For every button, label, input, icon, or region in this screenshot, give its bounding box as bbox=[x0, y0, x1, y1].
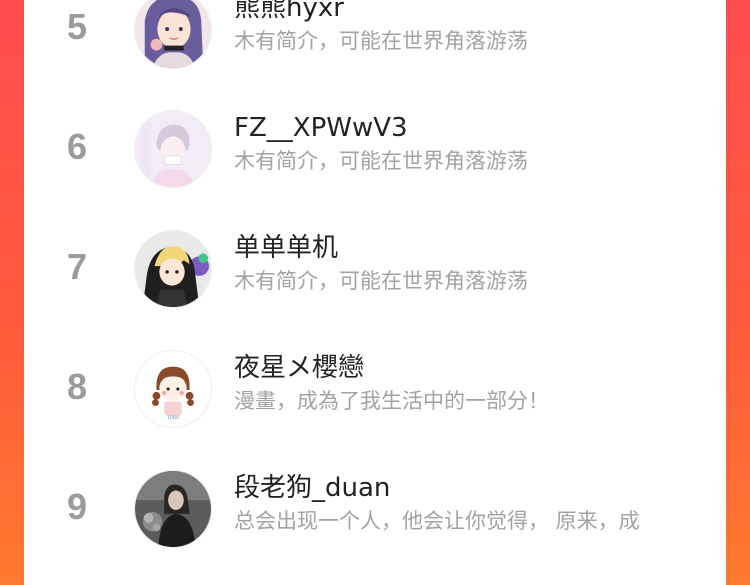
avatar[interactable] bbox=[134, 230, 212, 308]
avatar[interactable] bbox=[134, 110, 212, 188]
user-bio: 木有简介，可能在世界角落游荡 bbox=[234, 149, 528, 173]
rank-number: 8 bbox=[66, 366, 88, 407]
user-name[interactable]: 段老狗_duan bbox=[234, 472, 390, 504]
user-bio: 漫畫，成為了我生活中的一部分！ bbox=[234, 389, 549, 413]
user-name[interactable]: 夜星メ櫻戀 bbox=[234, 352, 364, 384]
user-name[interactable]: 单单单机 bbox=[234, 232, 338, 264]
user-name[interactable]: FZ__XPWwV3 bbox=[234, 112, 408, 144]
user-name[interactable]: 熊熊hyxr bbox=[234, 0, 344, 24]
list-item[interactable]: 9 段老狗_duan 总会出现一个人，他会让你觉得， 原来，成 bbox=[24, 450, 726, 570]
rank-number: 5 bbox=[66, 6, 88, 47]
cartoon-girl-braids-avatar-icon: 1060 bbox=[135, 351, 211, 427]
list-item[interactable]: 8 1060 夜星メ櫻戀 漫畫，成為了我生活中的一部分！ bbox=[24, 330, 726, 450]
list-item[interactable]: 5 熊熊hyxr 木有简介，可能在世界角落游荡 bbox=[24, 0, 726, 90]
pastel-boy-avatar-icon bbox=[135, 111, 211, 187]
ranking-list: 5 熊熊hyxr 木有简介，可能在世界角落游荡 6 FZ__XPWwV3 木有简… bbox=[24, 0, 726, 585]
avatar[interactable] bbox=[134, 470, 212, 548]
rank-number: 6 bbox=[66, 126, 88, 167]
rank-number: 9 bbox=[66, 486, 88, 527]
avatar[interactable] bbox=[134, 0, 212, 69]
anime-boy-hoodie-avatar-icon bbox=[135, 231, 211, 307]
user-bio: 总会出现一个人，他会让你觉得， 原来，成 bbox=[234, 509, 640, 533]
avatar[interactable]: 1060 bbox=[134, 350, 212, 428]
user-bio: 木有简介，可能在世界角落游荡 bbox=[234, 29, 528, 53]
svg-text:1060: 1060 bbox=[167, 415, 179, 421]
list-item[interactable]: 7 单单单机 木有简介，可能在世界角落游荡 bbox=[24, 210, 726, 330]
anime-girl-purple-hair-avatar-icon bbox=[135, 0, 211, 68]
user-bio: 木有简介，可能在世界角落游荡 bbox=[234, 269, 528, 293]
rank-number: 7 bbox=[66, 246, 88, 287]
list-item[interactable]: 6 FZ__XPWwV3 木有简介，可能在世界角落游荡 bbox=[24, 90, 726, 210]
dark-photo-girl-avatar-icon bbox=[135, 471, 211, 547]
